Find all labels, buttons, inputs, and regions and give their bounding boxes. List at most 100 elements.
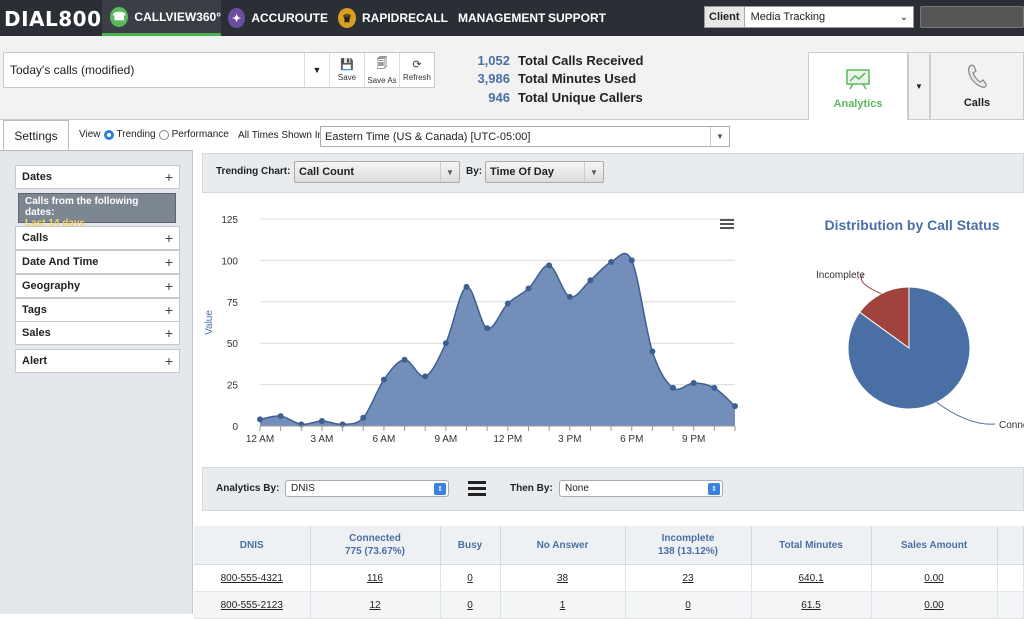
- cell-connected[interactable]: 12: [310, 591, 441, 619]
- brand-logo[interactable]: DIAL800: [4, 7, 102, 31]
- timezone-select[interactable]: Eastern Time (US & Canada) [UTC-05:00] ▼: [320, 126, 730, 147]
- plus-icon: +: [164, 278, 173, 294]
- data-point: [711, 384, 718, 391]
- col-header-dnis[interactable]: DNIS: [194, 526, 311, 565]
- trending-by-select[interactable]: Time Of Day ▼: [485, 161, 604, 183]
- save-button[interactable]: 💾 Save: [329, 53, 364, 87]
- y-axis-label: Value: [204, 310, 215, 335]
- client-selector[interactable]: Client Media Tracking ⌄: [704, 6, 914, 28]
- tab-analytics[interactable]: Analytics: [808, 52, 908, 120]
- phone-icon: [968, 64, 987, 88]
- radio-trending-label: Trending: [116, 129, 156, 140]
- saved-query-dropdown[interactable]: ▼: [304, 53, 329, 87]
- radio-performance-label: Performance: [171, 129, 229, 140]
- trophy-icon: ♛: [338, 8, 356, 28]
- save-as-button[interactable]: 🗐 Save As: [364, 53, 399, 87]
- nav-accuroute[interactable]: ✦ ACCUROUTE: [228, 0, 328, 36]
- saved-query-title[interactable]: Today's calls (modified): [4, 53, 304, 87]
- cell-busy[interactable]: 0: [440, 591, 501, 619]
- plus-icon: +: [164, 230, 173, 246]
- then-by-select[interactable]: None ⇕: [559, 480, 723, 497]
- data-point: [566, 293, 573, 300]
- client-value: Media Tracking: [750, 11, 826, 23]
- col-header-no-answer[interactable]: No Answer: [500, 526, 626, 565]
- table-row: 800-555-2123 12 0 1 0 61.5 0.00: [194, 591, 1024, 619]
- cell-total-minutes[interactable]: 61.5: [751, 591, 872, 619]
- cell-no-answer[interactable]: 1: [500, 591, 626, 619]
- plus-icon: +: [164, 302, 173, 318]
- cell-dnis[interactable]: 800-555-4321: [194, 564, 311, 592]
- trending-chart-select[interactable]: Call Count ▼: [294, 161, 460, 183]
- callview-icon: ☎: [110, 6, 129, 27]
- x-tick-label: 3 PM: [558, 434, 581, 445]
- stat-unique-callers-label: Total Unique Callers: [518, 89, 643, 105]
- col-header-busy[interactable]: Busy: [440, 526, 501, 565]
- sidebar-section-calls[interactable]: Calls +: [15, 226, 180, 250]
- analytics-by-select[interactable]: DNIS ⇕: [285, 480, 449, 497]
- data-point: [628, 257, 635, 264]
- analytics-tab-dropdown[interactable]: ▼: [908, 52, 930, 120]
- nav-support[interactable]: SUPPORT: [548, 0, 606, 36]
- nav-management[interactable]: MANAGEMENT: [458, 0, 545, 36]
- timezone-label: All Times Shown In:: [238, 130, 326, 141]
- trending-by-value: Time Of Day: [490, 166, 554, 178]
- col-header-connected[interactable]: Connected 775 (73.67%): [310, 526, 441, 565]
- cell-busy[interactable]: 0: [440, 564, 501, 592]
- y-tick-label: 75: [227, 298, 239, 309]
- stat-total-minutes-label: Total Minutes Used: [518, 70, 637, 86]
- y-tick-label: 100: [221, 256, 238, 267]
- sidebar-section-geography[interactable]: Geography +: [15, 274, 180, 298]
- col-header-extra: [997, 526, 1024, 565]
- cell-sales-amount[interactable]: 0.00: [871, 564, 998, 592]
- sidebar-section-label: Alert: [22, 355, 48, 367]
- search-input[interactable]: [920, 6, 1024, 28]
- x-tick-label: 6 AM: [373, 434, 396, 445]
- refresh-icon: ⟳: [412, 59, 422, 71]
- plus-icon: +: [164, 325, 173, 341]
- refresh-button[interactable]: ⟳ Refresh: [399, 53, 434, 87]
- stat-unique-callers-value: 946: [488, 89, 510, 105]
- sidebar-section-alert[interactable]: Alert +: [15, 349, 180, 373]
- trending-by-label: By:: [466, 166, 483, 177]
- plus-icon: +: [164, 169, 173, 185]
- dates-filter-note: Calls from the following dates: Last 14 …: [18, 193, 176, 229]
- chart-menu-icon[interactable]: [720, 219, 734, 229]
- cell-no-answer[interactable]: 38: [500, 564, 626, 592]
- x-tick-label: 9 AM: [434, 434, 457, 445]
- tab-settings[interactable]: Settings: [3, 120, 69, 150]
- sidebar-section-dates[interactable]: Dates +: [15, 165, 180, 189]
- data-point: [318, 418, 325, 425]
- cell-sales-amount[interactable]: 0.00: [871, 591, 998, 619]
- client-label: Client: [705, 7, 745, 27]
- cell-dnis[interactable]: 800-555-2123: [194, 591, 311, 619]
- sidebar-section-tags[interactable]: Tags +: [15, 298, 180, 322]
- data-point: [649, 348, 656, 355]
- col-header-total-minutes[interactable]: Total Minutes: [751, 526, 872, 565]
- save-as-button-label: Save As: [367, 76, 397, 85]
- y-tick-label: 25: [227, 381, 239, 392]
- updown-icon: ⇕: [708, 482, 720, 495]
- col-header-sales-amount[interactable]: Sales Amount: [871, 526, 998, 565]
- cell-incomplete[interactable]: 0: [625, 591, 752, 619]
- col-header-incomplete[interactable]: Incomplete 138 (13.12%): [625, 526, 752, 565]
- data-point: [546, 262, 553, 269]
- table-header-row: DNIS Connected 775 (73.67%) Busy No Answe…: [194, 526, 1024, 565]
- cell-incomplete[interactable]: 23: [625, 564, 752, 592]
- cell-connected[interactable]: 116: [310, 564, 441, 592]
- nav-callview360[interactable]: ☎ CALLVIEW360°: [102, 0, 221, 36]
- sidebar-section-date-and-time[interactable]: Date And Time +: [15, 250, 180, 274]
- radio-trending[interactable]: [103, 129, 114, 140]
- tab-calls[interactable]: Calls: [930, 52, 1024, 120]
- x-tick-label: 12 PM: [493, 434, 522, 445]
- hamburger-icon[interactable]: [468, 481, 486, 496]
- sidebar-section-label: Dates: [22, 171, 52, 183]
- sidebar-section-sales[interactable]: Sales +: [15, 321, 180, 345]
- y-tick-label: 0: [232, 422, 238, 433]
- nav-rapidrecall[interactable]: ♛ RAPIDRECALL: [338, 0, 448, 36]
- table-row: 800-555-4321 116 0 38 23 640.1 0.00: [194, 564, 1024, 592]
- data-point: [484, 325, 491, 332]
- then-by-label: Then By:: [510, 483, 553, 494]
- area-fill: [260, 253, 735, 426]
- radio-performance[interactable]: [158, 129, 169, 140]
- cell-total-minutes[interactable]: 640.1: [751, 564, 872, 592]
